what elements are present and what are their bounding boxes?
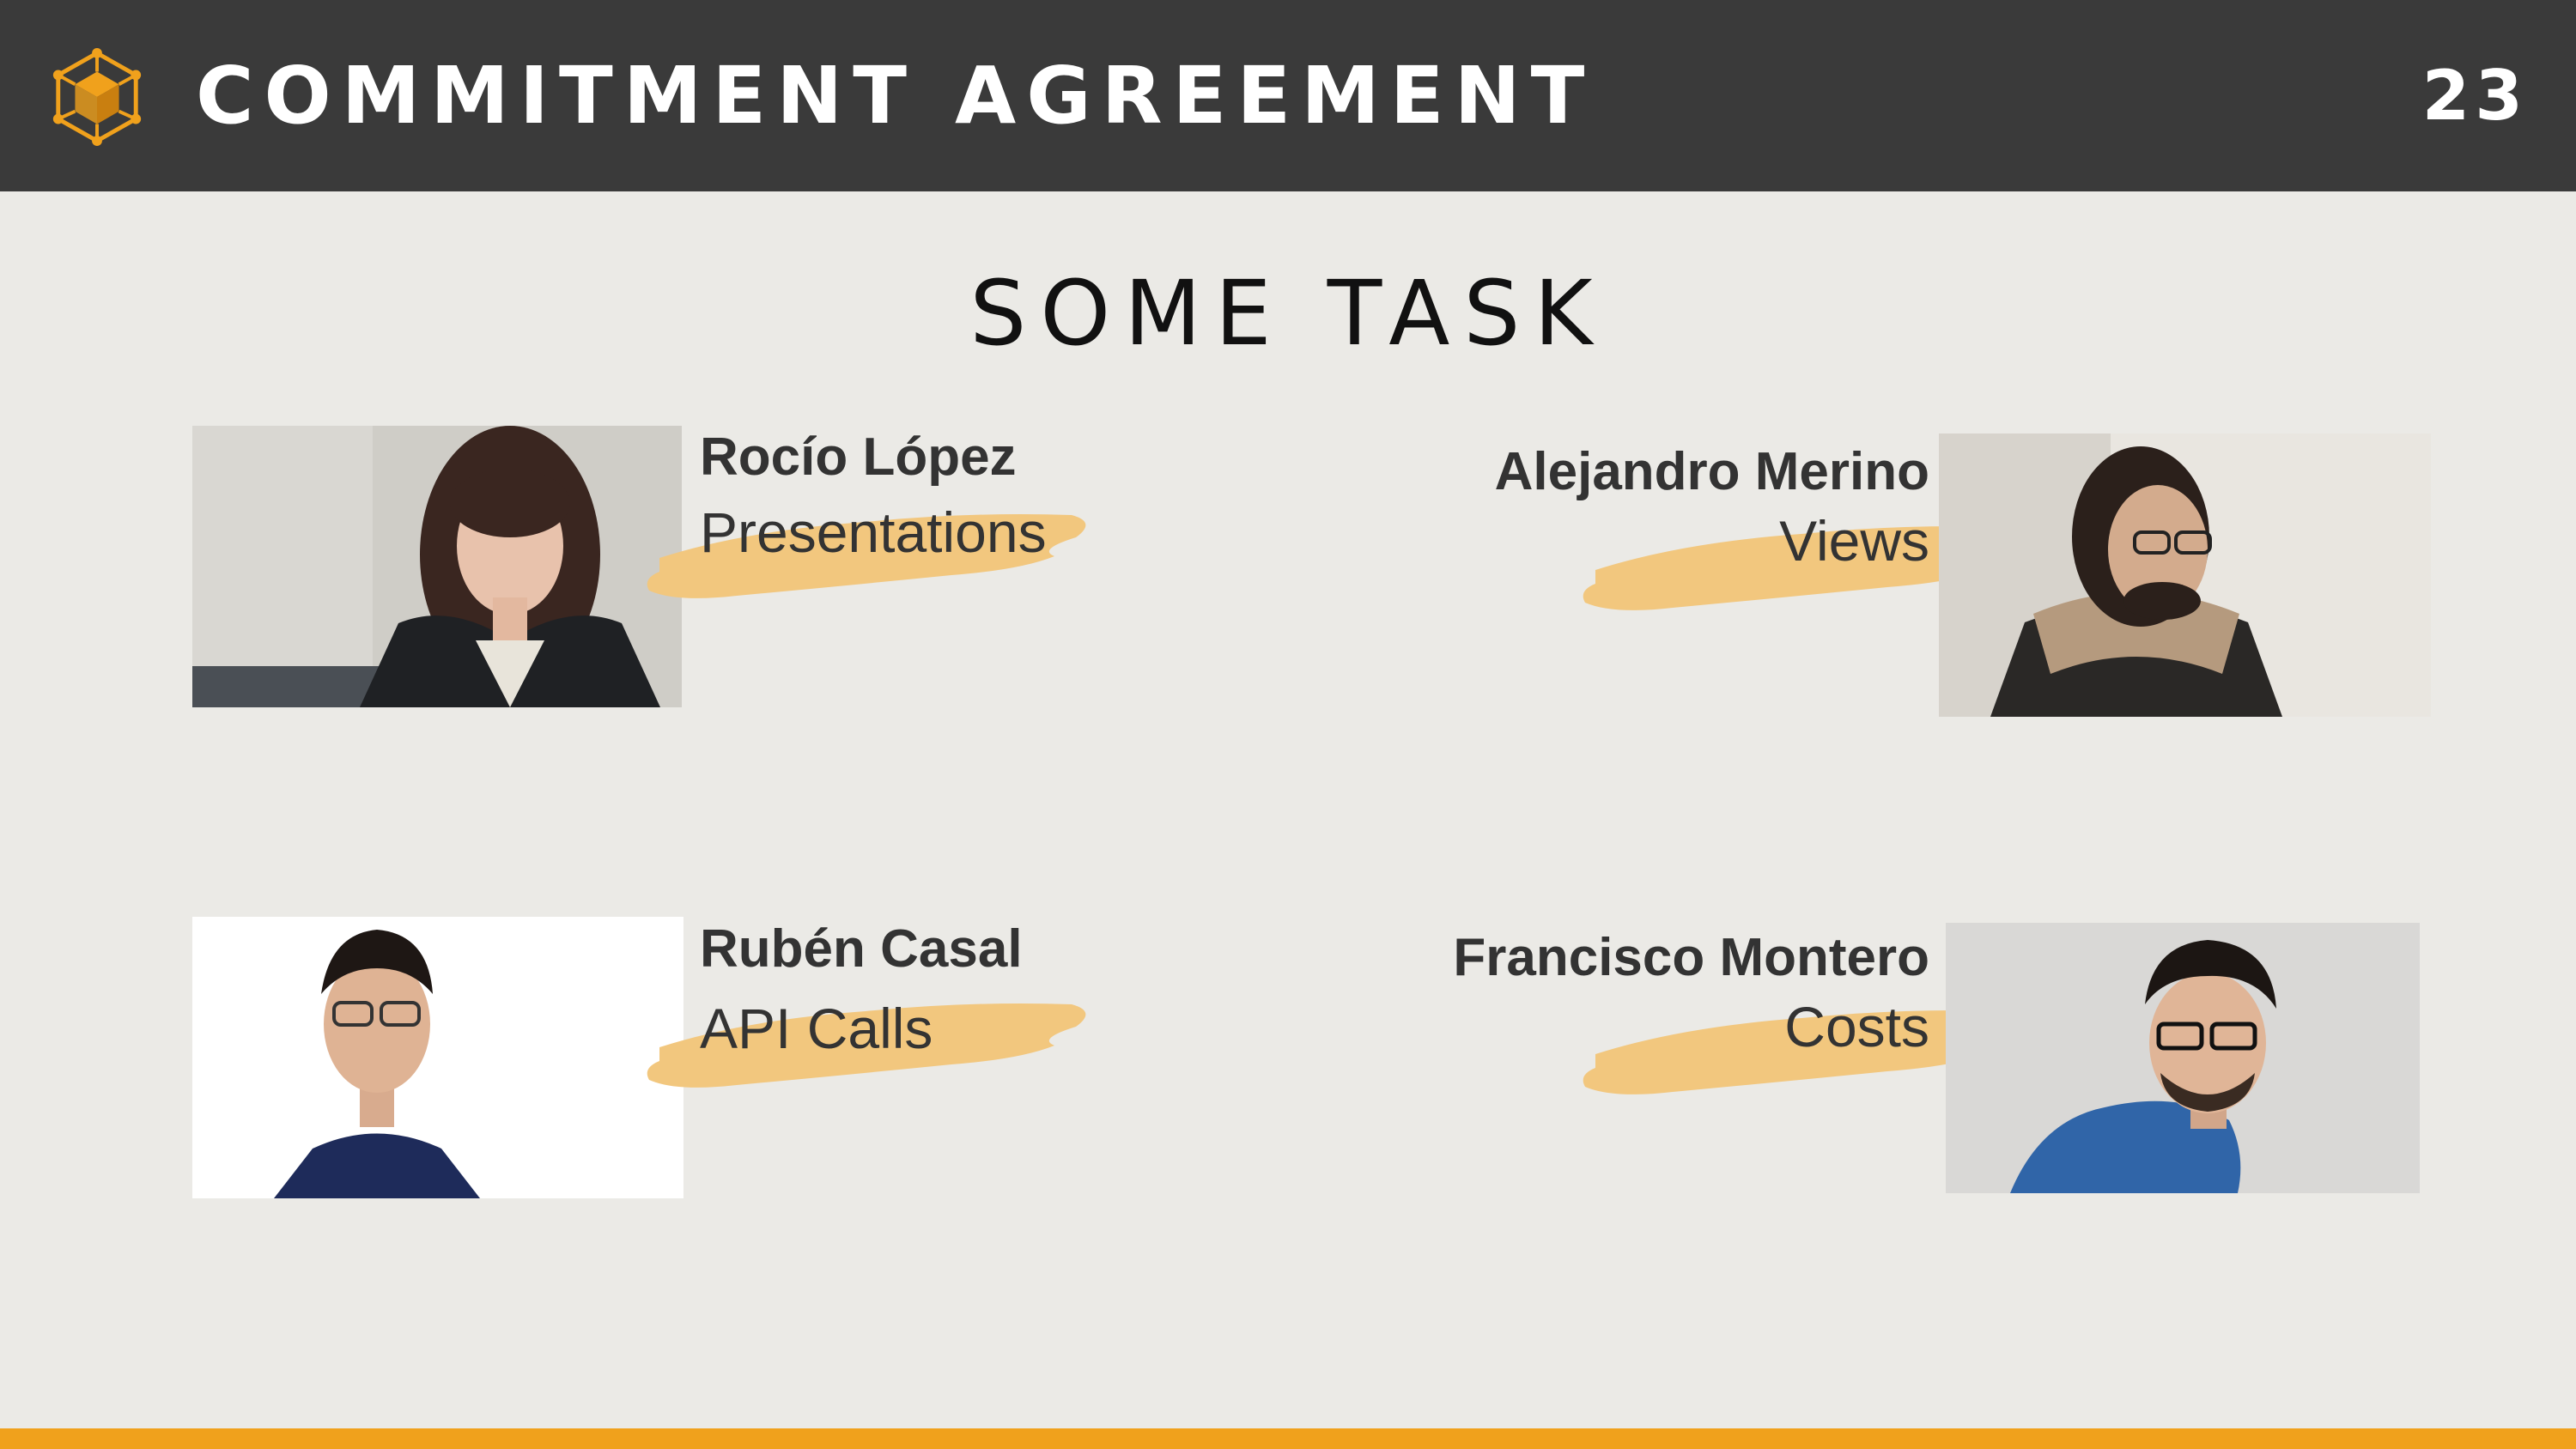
cube-network-icon (52, 47, 142, 147)
member-photo-1 (192, 426, 682, 707)
member-task-2: Views (1779, 509, 1929, 573)
member-name-3: Rubén Casal (700, 919, 1023, 979)
member-name-2: Alejandro Merino (1494, 442, 1929, 501)
member-photo-3 (192, 917, 683, 1198)
member-photo-2 (1939, 433, 2431, 717)
member-task-3: API Calls (700, 997, 933, 1060)
bottom-accent-bar (0, 1428, 2576, 1449)
header-title: COMMITMENT AGREEMENT (196, 50, 1595, 142)
member-task-1: Presentations (700, 500, 1047, 564)
member-name-1: Rocío López (700, 427, 1017, 487)
member-name-4: Francisco Montero (1453, 928, 1929, 987)
page-number: 23 (2421, 56, 2528, 136)
header-bar: COMMITMENT AGREEMENT 23 (0, 0, 2576, 191)
member-task-4: Costs (1784, 995, 1929, 1058)
section-title: SOME TASK (969, 261, 1607, 366)
member-photo-4 (1946, 923, 2420, 1193)
slide: COMMITMENT AGREEMENT 23 SOME TASK Rocío … (0, 0, 2576, 1449)
